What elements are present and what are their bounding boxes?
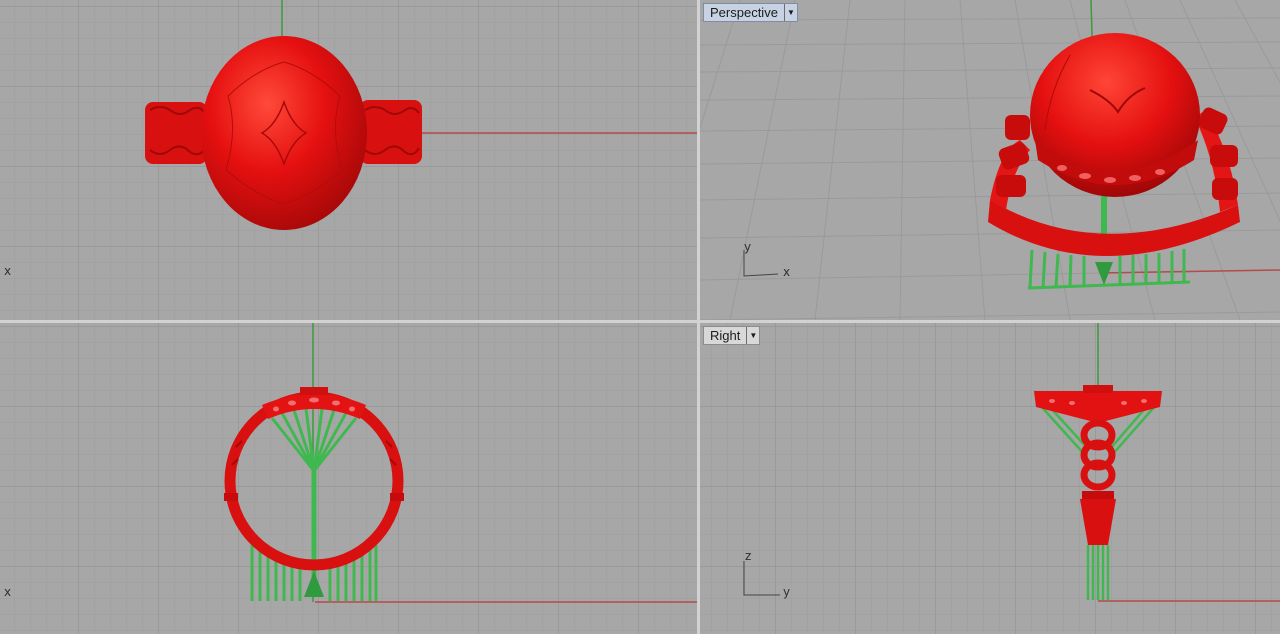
viewport-title-tab-right[interactable]: Right ▼	[703, 326, 761, 345]
axis-label-x: x	[4, 264, 12, 278]
axis-label-z: z	[745, 549, 752, 563]
viewport-title-tab-perspective[interactable]: Perspective ▼	[703, 3, 798, 22]
dropdown-arrow-icon[interactable]: ▼	[783, 4, 797, 21]
viewport-title-right: Right	[710, 328, 741, 343]
viewport-perspective[interactable]: Perspective ▼ y x	[700, 0, 1280, 320]
axis-label-x: x	[4, 585, 12, 599]
ring-front-view	[224, 387, 404, 601]
viewport-front[interactable]: x	[0, 323, 697, 634]
axis-label-x: x	[783, 265, 791, 279]
viewport-right[interactable]: Right ▼ z y	[700, 323, 1280, 634]
axis-label-y: y	[783, 585, 791, 599]
axis-label-y: y	[744, 240, 752, 254]
dropdown-arrow-icon[interactable]: ▼	[746, 327, 759, 344]
viewport-top[interactable]: x	[0, 0, 697, 320]
ring-top-view	[145, 36, 422, 230]
viewport-title-perspective: Perspective	[710, 5, 778, 20]
